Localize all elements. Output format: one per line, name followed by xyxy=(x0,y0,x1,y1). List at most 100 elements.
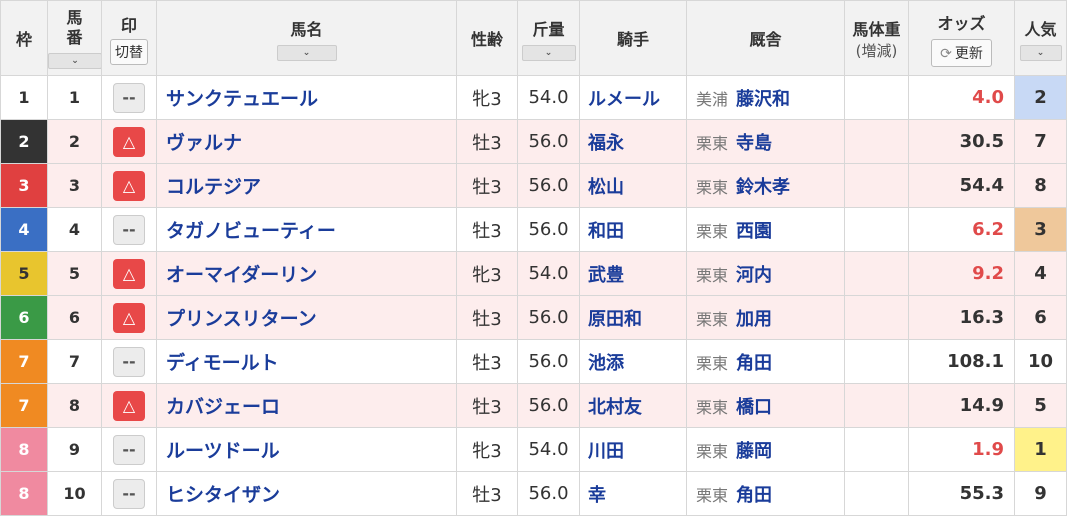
sexage-cell: 牡3 xyxy=(456,119,518,164)
waku-cell: 2 xyxy=(0,119,48,164)
mark-cell: -- xyxy=(101,75,157,120)
jockey-link[interactable]: 池添 xyxy=(579,339,687,384)
trainer-link[interactable]: 鈴木孝 xyxy=(736,177,790,198)
popularity-cell: 3 xyxy=(1014,207,1067,252)
trainer-link[interactable]: 橋口 xyxy=(736,397,772,418)
header-name[interactable]: 馬名 ⌄ xyxy=(156,0,457,76)
sort-weight-button[interactable]: ⌄ xyxy=(521,44,576,61)
weight-cell: 54.0 xyxy=(517,75,580,120)
header-popularity[interactable]: 人気 ⌄ xyxy=(1014,0,1067,76)
region-label: 栗東 xyxy=(696,485,729,505)
umaban-cell: 1 xyxy=(47,75,102,120)
body-weight-cell xyxy=(844,207,909,252)
waku-cell: 5 xyxy=(0,251,48,296)
popularity-cell: 9 xyxy=(1014,471,1067,516)
sexage-cell: 牝3 xyxy=(456,75,518,120)
odds-cell: 16.3 xyxy=(908,295,1015,340)
odds-cell: 108.1 xyxy=(908,339,1015,384)
header-body-weight: 馬体重 (増減) xyxy=(844,0,909,76)
chevron-down-icon: ⌄ xyxy=(302,47,311,58)
stable-cell: 栗東 藤岡 xyxy=(686,427,845,472)
mark-button[interactable]: -- xyxy=(113,214,145,245)
mark-button[interactable]: △ xyxy=(113,170,145,201)
horse-name-link[interactable]: オーマイダーリン xyxy=(156,251,457,296)
jockey-link[interactable]: 北村友 xyxy=(579,383,687,428)
jockey-link[interactable]: 福永 xyxy=(579,119,687,164)
jockey-link[interactable]: 武豊 xyxy=(579,251,687,296)
popularity-cell: 6 xyxy=(1014,295,1067,340)
mark-button[interactable]: -- xyxy=(113,478,145,509)
header-stable: 厩舎 xyxy=(686,0,845,76)
mark-cell: △ xyxy=(101,119,157,164)
trainer-link[interactable]: 河内 xyxy=(736,265,772,286)
chevron-down-icon: ⌄ xyxy=(71,55,79,66)
mark-button[interactable]: △ xyxy=(113,390,145,421)
odds-cell: 30.5 xyxy=(908,119,1015,164)
header-umaban-line2: 番 xyxy=(66,27,83,47)
refresh-odds-button[interactable]: ⟳ 更新 xyxy=(931,38,992,67)
odds-cell: 1.9 xyxy=(908,427,1015,472)
header-umaban[interactable]: 馬 番 ⌄ xyxy=(47,0,102,76)
sort-umaban-button[interactable]: ⌄ xyxy=(48,52,101,69)
region-label: 栗東 xyxy=(696,133,729,153)
weight-cell: 56.0 xyxy=(517,339,580,384)
mark-cell: △ xyxy=(101,295,157,340)
jockey-link[interactable]: 幸 xyxy=(579,471,687,516)
horse-name-link[interactable]: タガノビューティー xyxy=(156,207,457,252)
trainer-link[interactable]: 藤岡 xyxy=(736,441,772,462)
mark-cell: -- xyxy=(101,207,157,252)
shutuba-table: 枠 馬 番 ⌄ 印 切替 馬名 ⌄ 性齢 斤量 ⌄ 騎手 厩舎 馬体重 (増減)… xyxy=(0,0,1067,516)
jockey-link[interactable]: 川田 xyxy=(579,427,687,472)
popularity-cell: 2 xyxy=(1014,75,1067,120)
trainer-link[interactable]: 藤沢和 xyxy=(736,89,790,110)
horse-name-link[interactable]: ディモールト xyxy=(156,339,457,384)
header-body-weight-label: 馬体重 xyxy=(852,19,901,39)
horse-name-link[interactable]: プリンスリターン xyxy=(156,295,457,340)
horse-name-link[interactable]: カバジェーロ xyxy=(156,383,457,428)
jockey-link[interactable]: 原田和 xyxy=(579,295,687,340)
trainer-link[interactable]: 角田 xyxy=(736,485,772,506)
waku-cell: 8 xyxy=(0,471,48,516)
body-weight-cell xyxy=(844,339,909,384)
table-row: 5 5 △ オーマイダーリン 牝3 54.0 武豊 栗東 河内 9.2 4 xyxy=(0,251,1067,296)
umaban-cell: 2 xyxy=(47,119,102,164)
horse-name-link[interactable]: ヴァルナ xyxy=(156,119,457,164)
mark-toggle-button[interactable]: 切替 xyxy=(110,38,148,65)
header-weight[interactable]: 斤量 ⌄ xyxy=(517,0,580,76)
jockey-link[interactable]: ルメール xyxy=(579,75,687,120)
trainer-link[interactable]: 寺島 xyxy=(736,133,772,154)
horse-name-link[interactable]: ヒシタイザン xyxy=(156,471,457,516)
trainer-link[interactable]: 角田 xyxy=(736,353,772,374)
stable-cell: 栗東 河内 xyxy=(686,251,845,296)
horse-name-link[interactable]: サンクテュエール xyxy=(156,75,457,120)
mark-button[interactable]: -- xyxy=(113,434,145,465)
jockey-link[interactable]: 松山 xyxy=(579,163,687,208)
mark-button[interactable]: △ xyxy=(113,258,145,289)
horse-name-link[interactable]: ルーツドール xyxy=(156,427,457,472)
mark-button[interactable]: -- xyxy=(113,346,145,377)
header-weight-label: 斤量 xyxy=(532,19,565,39)
header-popularity-label: 人気 xyxy=(1024,19,1057,39)
region-label: 栗東 xyxy=(696,265,729,285)
weight-cell: 54.0 xyxy=(517,251,580,296)
body-weight-cell xyxy=(844,119,909,164)
odds-cell: 6.2 xyxy=(908,207,1015,252)
horse-name-link[interactable]: コルテジア xyxy=(156,163,457,208)
mark-button[interactable]: △ xyxy=(113,126,145,157)
jockey-link[interactable]: 和田 xyxy=(579,207,687,252)
popularity-cell: 5 xyxy=(1014,383,1067,428)
mark-cell: -- xyxy=(101,427,157,472)
region-label: 美浦 xyxy=(696,89,729,109)
stable-cell: 栗東 鈴木孝 xyxy=(686,163,845,208)
trainer-link[interactable]: 加用 xyxy=(736,309,772,330)
waku-cell: 4 xyxy=(0,207,48,252)
trainer-link[interactable]: 西園 xyxy=(736,221,772,242)
mark-button[interactable]: -- xyxy=(113,82,145,113)
sort-name-button[interactable]: ⌄ xyxy=(276,44,337,61)
body-weight-cell xyxy=(844,163,909,208)
mark-button[interactable]: △ xyxy=(113,302,145,333)
table-row: 8 10 -- ヒシタイザン 牡3 56.0 幸栗東 角田 55.3 9 xyxy=(0,471,1067,516)
mark-cell: -- xyxy=(101,339,157,384)
sort-popularity-button[interactable]: ⌄ xyxy=(1019,44,1062,61)
popularity-cell: 7 xyxy=(1014,119,1067,164)
